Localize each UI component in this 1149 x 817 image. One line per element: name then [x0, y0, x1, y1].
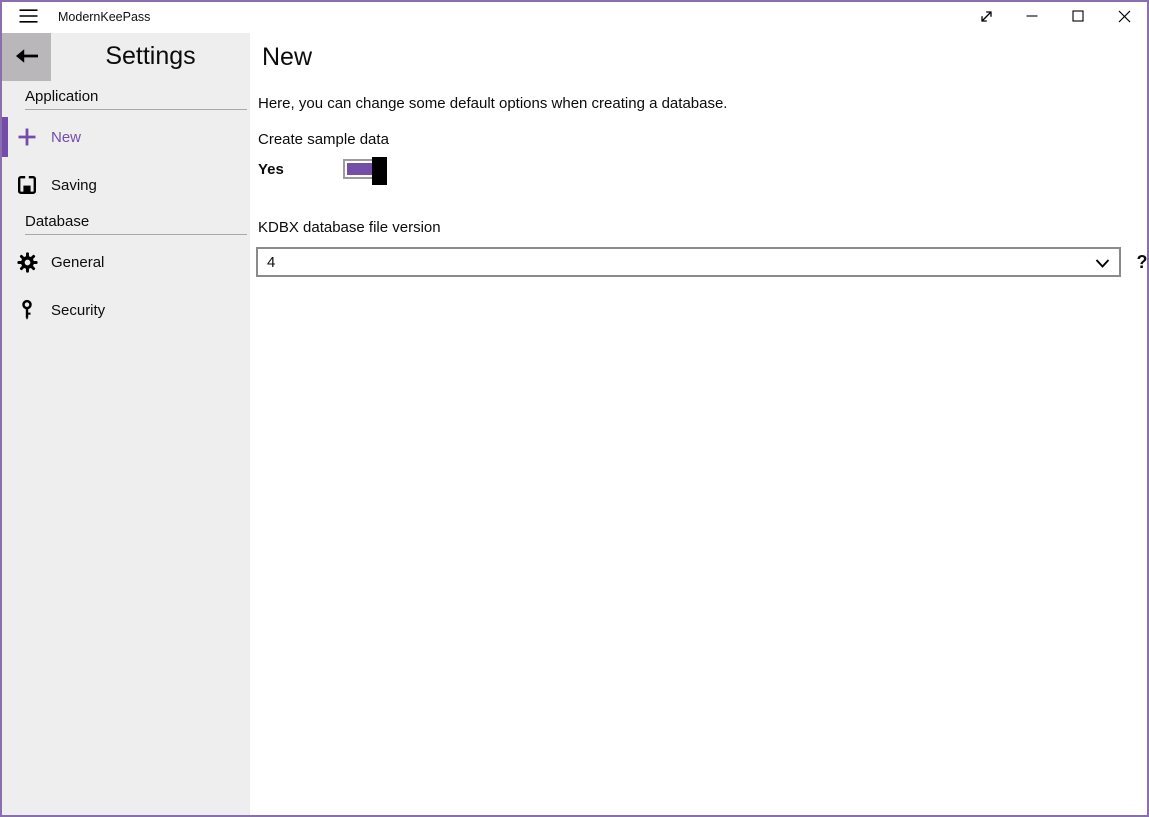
- gear-icon: [16, 251, 38, 273]
- sidebar-item-label: New: [51, 129, 81, 146]
- close-icon: [1118, 10, 1131, 26]
- section-label-application: Application: [25, 88, 247, 110]
- window-controls: [963, 2, 1147, 33]
- sample-data-toggle-state: Yes: [258, 161, 284, 178]
- kdbx-version-dropdown[interactable]: 4: [256, 247, 1121, 277]
- fullscreen-button[interactable]: [963, 2, 1009, 33]
- maximize-button[interactable]: [1055, 2, 1101, 33]
- diagonal-resize-icon: [979, 9, 994, 27]
- back-button[interactable]: [2, 33, 51, 81]
- minimize-button[interactable]: [1009, 2, 1055, 33]
- window-title: ModernKeePass: [58, 2, 150, 33]
- sidebar-title: Settings: [51, 33, 250, 81]
- chevron-down-icon: [1095, 256, 1110, 273]
- sidebar-item-label: General: [51, 254, 104, 271]
- back-arrow-icon: [13, 44, 40, 71]
- sample-data-toggle[interactable]: [343, 159, 387, 179]
- kdbx-version-help-button[interactable]: ?: [1129, 247, 1149, 277]
- kdbx-version-label: KDBX database file version: [258, 219, 441, 236]
- sidebar-item-security[interactable]: Security: [2, 290, 250, 330]
- sidebar-item-saving[interactable]: Saving: [2, 165, 250, 205]
- hamburger-menu-button[interactable]: [12, 4, 44, 31]
- page-title: New: [262, 43, 312, 72]
- sample-data-toggle-label: Create sample data: [258, 131, 389, 148]
- sidebar-item-general[interactable]: General: [2, 242, 250, 282]
- app-window: ModernKeePass: [0, 0, 1149, 817]
- title-bar: ModernKeePass: [2, 2, 1147, 33]
- sidebar-item-new[interactable]: New: [2, 117, 250, 157]
- save-icon: [16, 174, 38, 196]
- key-icon: [16, 299, 38, 321]
- section-label-database: Database: [25, 213, 247, 235]
- maximize-icon: [1072, 10, 1084, 25]
- page-description: Here, you can change some default option…: [258, 95, 727, 112]
- close-button[interactable]: [1101, 2, 1147, 33]
- settings-page-new: New Here, you can change some default op…: [250, 33, 1147, 815]
- minimize-icon: [1026, 10, 1038, 25]
- kdbx-version-value: 4: [267, 254, 275, 271]
- toggle-thumb[interactable]: [372, 157, 387, 185]
- plus-icon: [16, 126, 38, 148]
- settings-sidebar: Settings Application New Saving Database: [2, 33, 250, 815]
- hamburger-icon: [19, 8, 38, 27]
- sidebar-item-label: Saving: [51, 177, 97, 194]
- sidebar-item-label: Security: [51, 302, 105, 319]
